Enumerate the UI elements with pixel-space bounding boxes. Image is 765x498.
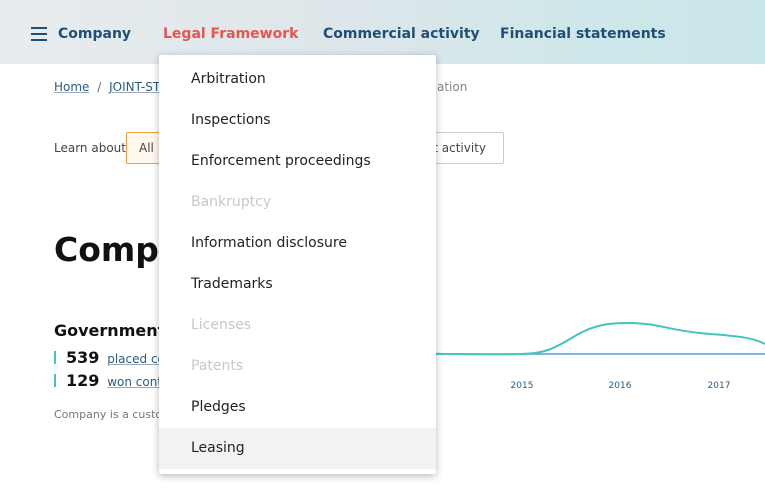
nav-item-company[interactable]: Company — [58, 26, 131, 42]
x-tick-2015: 2015 — [511, 381, 534, 391]
menu-item-patents: Patents — [191, 358, 244, 374]
company-note: Company is a custo — [54, 408, 163, 421]
x-tick-2017: 2017 — [708, 381, 731, 391]
menu-item-trademarks[interactable]: Trademarks — [159, 264, 436, 305]
legal-framework-dropdown: Arbitration Inspections Enforcement proc… — [159, 55, 436, 474]
menu-item-inspections[interactable]: Inspections — [159, 100, 436, 141]
menu-item-pledges[interactable]: Pledges — [159, 387, 436, 428]
stat-value: 129 — [66, 371, 100, 390]
learn-about-label: Learn about — [54, 141, 126, 155]
stat-won-contracts: 129 won contra — [54, 371, 174, 390]
menu-item-leasing[interactable]: Leasing — [159, 428, 436, 469]
stat-marker — [54, 351, 56, 364]
stat-placed-contracts: 539 placed con — [54, 348, 173, 367]
breadcrumb: Home / JOINT-STO ation — [54, 80, 467, 94]
menu-item-bankruptcy: Bankruptcy — [191, 194, 272, 210]
chart-series-line — [380, 321, 765, 356]
menu-item-enforcement-proceedings[interactable]: Enforcement proceedings — [159, 141, 436, 182]
x-tick-2016: 2016 — [609, 381, 632, 391]
menu-item-arbitration[interactable]: Arbitration — [159, 59, 436, 100]
nav-item-legal-framework[interactable]: Legal Framework — [163, 26, 298, 42]
stat-value: 539 — [66, 348, 100, 367]
menu-item-information-disclosure[interactable]: Information disclosure — [159, 223, 436, 264]
nav-item-commercial-activity[interactable]: Commercial activity — [323, 26, 480, 42]
breadcrumb-current: ation — [437, 80, 468, 94]
menu-item-licenses: Licenses — [191, 317, 252, 333]
stat-marker — [54, 374, 56, 387]
breadcrumb-separator: / — [97, 80, 102, 94]
breadcrumb-home-link[interactable]: Home — [54, 80, 89, 94]
hamburger-menu-icon[interactable] — [31, 27, 47, 41]
contracts-chart: 2015 2016 2017 — [380, 321, 765, 391]
nav-item-financial-statements[interactable]: Financial statements — [500, 26, 666, 42]
